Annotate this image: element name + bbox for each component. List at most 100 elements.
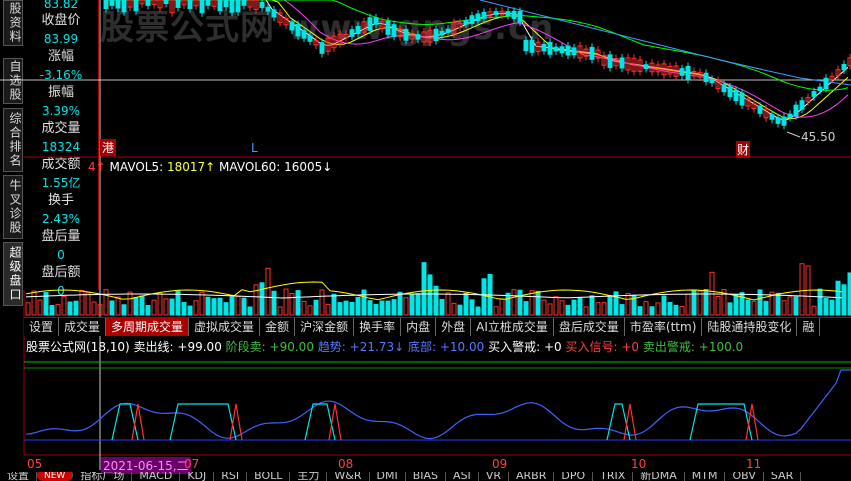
volume-bar [685,293,691,316]
bottom-tab[interactable]: DPO [554,472,594,481]
marker-hk[interactable]: 港 [100,139,117,156]
volume-bar [565,304,571,316]
sell-line-value: +99.00 [177,340,222,354]
candle-body [721,84,727,93]
time-label-09: 09 [492,457,508,471]
mavol5-value: 18017↑ [166,160,216,174]
volume-bar [235,295,241,316]
volume-bar [703,288,709,316]
volume-bar [517,289,523,316]
candle-body [823,77,829,90]
bottom-tab[interactable]: RSI [214,472,248,481]
volume-bar [793,296,799,316]
volume-bar [817,288,823,316]
bottom-tab[interactable]: ASI [446,472,479,481]
volume-legend: 4↑ MAVOL5: 18017↑ MAVOL60: 16005↓ [88,160,332,174]
bottom-tab[interactable]: VR [479,472,509,481]
volume-bar [319,289,325,316]
indicator-tab[interactable]: 陆股通持股变化 [702,318,798,336]
bottom-tab[interactable]: ARBR [509,472,555,481]
bottom-tab[interactable]: W&R [327,472,370,481]
volume-bar [355,296,361,316]
volume-bar [589,295,595,316]
candle-body [355,26,361,34]
indicator-tab[interactable]: 多周期成交量 [106,318,190,336]
indicator-tab[interactable]: 成交量 [59,318,107,336]
candle-body [301,30,307,39]
bottom-tab[interactable]: 新DMA [633,472,685,481]
indicator-tab[interactable]: 虚拟成交量 [189,318,261,336]
bottom-tab[interactable]: NEW [37,472,74,481]
volume-bar [337,302,343,316]
indicator-tab[interactable]: 市盈率(ttm) [625,318,703,336]
volume-bar [829,299,835,316]
volume-bar [427,274,433,316]
candle-body [307,35,313,42]
bottom-tab[interactable]: BOLL [247,472,291,481]
indicator-tab-bar: 设置 成交量 多周期成交量 虚拟成交量 金额 沪深金额 换手率 内盘 外盘 AI立桩成交量 盘后成交… [24,317,851,336]
bottom-tab[interactable]: MACD [132,472,181,481]
marker-finance[interactable]: 财 [736,141,751,158]
candle-body [769,114,775,120]
bottom-tab[interactable]: KDJ [180,472,215,481]
time-label-08: 08 [338,457,354,471]
indicator-tab[interactable]: 融 [797,318,821,336]
candle-body [817,86,823,91]
indicator-tab[interactable]: 沪深金额 [295,318,355,336]
bottom-tab[interactable]: MTM [685,472,726,481]
candle-body [217,0,223,12]
indicator-tab[interactable]: 外盘 [436,318,472,336]
indicator-tab[interactable]: 换手率 [354,318,402,336]
bottom-tab[interactable]: 设置 [0,472,37,481]
volume-bar [217,297,223,316]
candle-body [559,46,565,54]
chart-area[interactable]: 45.50 [0,0,851,481]
volume-bar [409,294,415,316]
indicator-tab[interactable]: 金额 [260,318,296,336]
candle-body [121,0,127,13]
bottom-tab[interactable]: 主力 [290,472,328,481]
candle-body [223,0,229,8]
low-price-marker: 45.50 [786,130,835,144]
candle-body [475,13,481,22]
volume-bar [151,299,157,316]
bottom-tab[interactable]: BIAS [406,472,447,481]
bottom-tab[interactable]: 指标广场 [73,472,133,481]
bottom-tab[interactable]: OBV [725,472,764,481]
volume-bar [529,290,535,316]
volume-bar [115,296,121,316]
volume-bar [535,290,541,316]
candle-body [403,28,409,41]
volume-bar [745,299,751,316]
volume-bar [523,301,529,316]
indicator-tab[interactable]: 盘后成交量 [554,318,625,336]
marker-l[interactable]: L [251,141,258,155]
volume-bar [181,302,187,316]
candle-body [349,29,355,37]
volume-bar [379,300,385,316]
candle-body [493,11,499,16]
volume-bar [559,300,565,316]
indicator-tab[interactable]: 设置 [24,318,60,336]
bottom-tab[interactable]: TRIX [593,472,634,481]
volume-bar [463,292,469,316]
bottom-tab[interactable]: SAR [764,472,802,481]
stage-sell-value: +90.00 [269,340,314,354]
bottom-tab[interactable]: DMI [370,472,406,481]
volume-bar [511,289,517,316]
volume-bar [361,289,367,316]
candle-body [565,45,571,56]
indicator-tab[interactable]: AI立桩成交量 [471,318,554,336]
volume-bar [415,293,421,316]
candle-body [589,46,595,60]
volume-bar [733,294,739,316]
indicator-tab[interactable]: 内盘 [401,318,437,336]
candle-body [607,54,613,69]
bottom-value: +10.00 [439,340,485,354]
candle-body [259,1,265,9]
volume-bar [331,293,337,316]
candle-body [163,0,169,5]
candle-body [523,39,529,52]
candle-body [547,41,553,55]
volume-bar [187,305,193,316]
